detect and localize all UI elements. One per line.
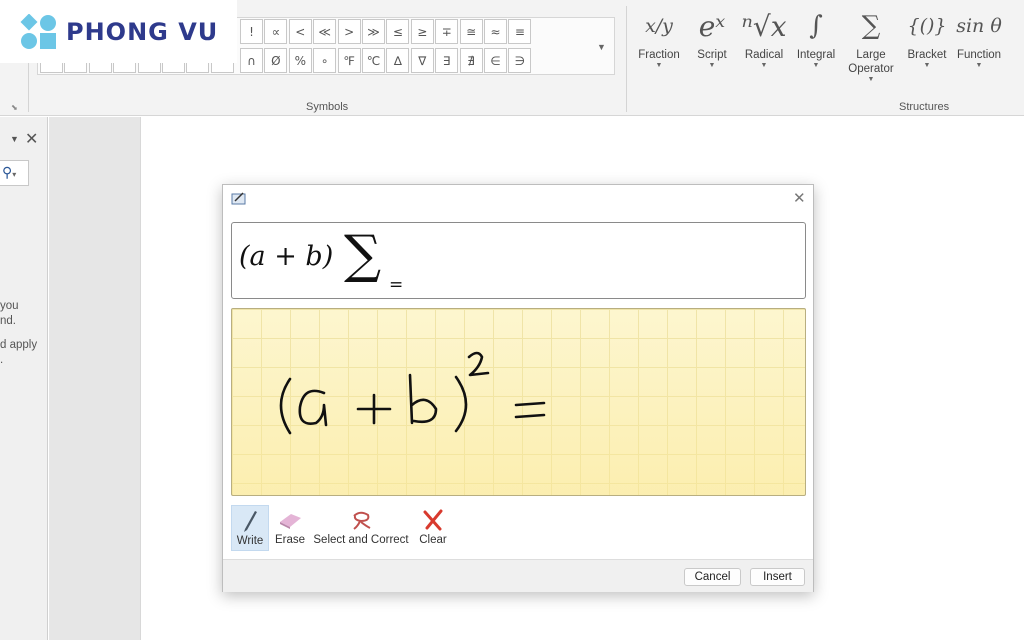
chevron-down-icon: ▼ xyxy=(760,62,768,69)
lasso-icon xyxy=(353,511,371,530)
symbol-button[interactable]: ≥ xyxy=(410,19,434,44)
structure-label: Integral xyxy=(796,49,836,61)
structure-ac-button[interactable]: äAc▼ xyxy=(1003,4,1024,69)
pane-text-line: . xyxy=(0,354,4,366)
pane-text-line: nd. xyxy=(0,315,16,327)
task-pane: ▼ ✕ ⚲▾ you nd. d apply . xyxy=(0,117,48,640)
close-icon[interactable]: ✕ xyxy=(793,189,806,207)
symbol-button[interactable]: ∘ xyxy=(313,48,337,73)
symbol-button[interactable]: ∄ xyxy=(459,48,483,73)
symbol-button[interactable]: ≡ xyxy=(508,19,532,44)
write-label: Write xyxy=(236,535,264,547)
math-input-dialog: ✕ (a + b) ∑ = Write Erase Select and Cor… xyxy=(222,184,814,592)
erase-label: Erase xyxy=(274,534,306,546)
structure-icon: ∫ xyxy=(809,11,823,41)
chevron-down-icon: ▼ xyxy=(975,62,983,69)
pane-close-icon[interactable]: ✕ xyxy=(25,129,38,149)
structure-label: Ac xyxy=(1003,48,1024,62)
symbol-button[interactable]: > xyxy=(337,19,361,44)
symbol-button[interactable]: ≤ xyxy=(386,19,410,44)
symbol-button[interactable]: ∇ xyxy=(410,48,434,73)
structure-function-button[interactable]: sin θ Function ▼ xyxy=(951,4,1007,69)
chevron-down-icon: ▼ xyxy=(867,76,875,83)
symbol-button[interactable]: ≫ xyxy=(362,19,385,44)
pane-search-box[interactable]: ⚲▾ xyxy=(0,160,29,186)
symbol-button[interactable]: ∓ xyxy=(435,19,459,44)
symbol-button[interactable]: ∈ xyxy=(484,48,507,73)
preview-subscript: = xyxy=(389,275,404,295)
structure-bracket-button[interactable]: {()} Bracket ▼ xyxy=(899,4,955,69)
structure-label: Bracket xyxy=(907,49,947,61)
logo-icon xyxy=(20,13,56,49)
structure-icon: ä xyxy=(1003,4,1024,48)
chevron-down-icon: ▼ xyxy=(655,62,663,69)
symbol-button[interactable]: ≈ xyxy=(484,19,507,44)
group-launcher-icon[interactable]: ⬊ xyxy=(11,103,18,112)
phong-vu-logo: PHONG VU xyxy=(0,0,237,63)
structure-label: Radical xyxy=(744,49,784,61)
eraser-icon xyxy=(280,514,301,529)
handwriting-ink xyxy=(279,351,546,435)
symbol-button[interactable]: ∆ xyxy=(386,48,410,73)
chevron-down-icon: ▼ xyxy=(923,62,931,69)
structure-label: Fraction xyxy=(638,49,680,61)
clear-x-icon xyxy=(423,509,443,531)
structure-label: Script xyxy=(697,49,727,61)
preview-area: (a + b) ∑ = xyxy=(231,222,806,299)
symbol-button[interactable]: ℉ xyxy=(337,48,361,73)
pane-text: you nd. d apply . xyxy=(0,299,37,368)
dialog-footer: Cancel Insert xyxy=(223,559,813,592)
chevron-down-icon: ▼ xyxy=(812,62,820,69)
pane-options-caret-icon[interactable]: ▼ xyxy=(10,134,19,144)
preview-sum-operator: ∑ xyxy=(344,225,382,285)
symbol-button[interactable]: ! xyxy=(240,19,263,44)
structure-label: Large Operator xyxy=(848,49,894,75)
symbols-more-dropdown[interactable]: ▼ xyxy=(597,42,606,52)
symbol-button[interactable]: Ø xyxy=(264,48,288,73)
structure-large-operator-button[interactable]: ∑ Large Operator ▼ xyxy=(843,4,899,83)
chevron-down-icon: ▼ xyxy=(1003,62,1024,69)
symbol-button[interactable]: ℃ xyxy=(362,48,385,73)
structures-group-label: Structures xyxy=(899,101,950,113)
structure-integral-button[interactable]: ∫ Integral ▼ xyxy=(788,4,844,69)
clear-label: Clear xyxy=(419,534,447,546)
symbol-button[interactable]: < xyxy=(288,19,312,44)
erase-tool-button[interactable]: Erase xyxy=(273,505,307,551)
symbol-button[interactable]: % xyxy=(288,48,312,73)
chevron-down-icon: ▼ xyxy=(708,62,716,69)
pen-icon xyxy=(244,511,257,532)
clear-tool-button[interactable]: Clear xyxy=(417,505,449,551)
pane-text-line: d apply xyxy=(0,339,38,351)
symbol-button[interactable]: ∝ xyxy=(264,19,288,44)
math-input-app-icon xyxy=(231,192,246,205)
structure-label: Function xyxy=(956,49,1002,61)
symbol-button[interactable]: ∩ xyxy=(240,48,263,73)
ribbon-separator xyxy=(626,6,627,112)
symbol-button[interactable]: ≅ xyxy=(459,19,483,44)
structure-icon: {()} xyxy=(907,15,947,37)
write-tool-button[interactable]: Write xyxy=(231,505,269,551)
select-and-correct-label: Select and Correct xyxy=(313,534,409,546)
structure-icon: x/y xyxy=(645,15,673,37)
structure-script-button[interactable]: eˣ Script ▼ xyxy=(684,4,740,70)
insert-button[interactable]: Insert xyxy=(750,568,805,586)
symbol-button[interactable]: ∃ xyxy=(435,48,459,73)
handwriting-pad[interactable] xyxy=(231,308,806,496)
pane-text-line: you xyxy=(0,300,19,312)
preview-expression: (a + b) xyxy=(239,241,334,272)
document-margin xyxy=(49,117,141,640)
structure-icon: eˣ xyxy=(698,9,726,43)
structure-icon: ∑ xyxy=(861,11,881,41)
structure-radical-button[interactable]: ⁿ√x Radical ▼ xyxy=(736,4,792,70)
structure-icon: ⁿ√x xyxy=(741,9,787,43)
logo-text: PHONG VU xyxy=(66,17,219,46)
structure-icon: sin θ xyxy=(956,15,1002,37)
symbol-button[interactable]: ≪ xyxy=(313,19,337,44)
symbols-group-label: Symbols xyxy=(306,101,349,113)
structure-fraction-button[interactable]: x/y Fraction ▼ xyxy=(631,4,687,69)
cancel-button[interactable]: Cancel xyxy=(684,568,741,586)
select-and-correct-tool-button[interactable]: Select and Correct xyxy=(313,505,409,551)
symbol-button[interactable]: ∋ xyxy=(508,48,532,73)
